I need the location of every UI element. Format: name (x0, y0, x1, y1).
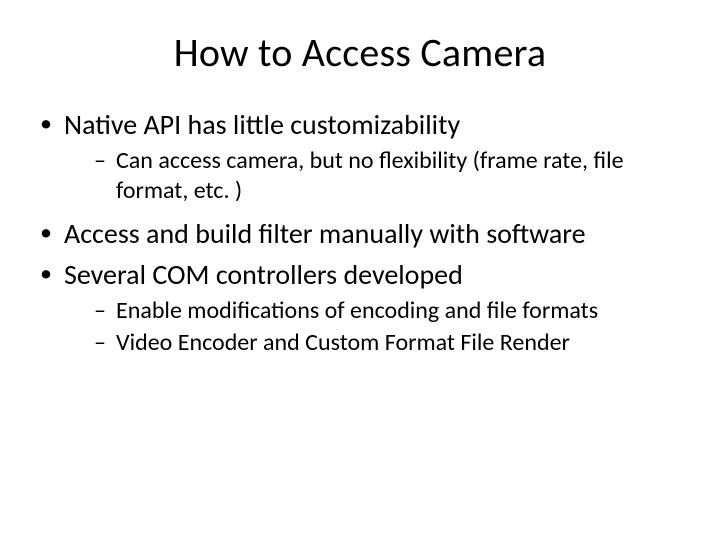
bullet-list: Native API has little customizability Ca… (30, 107, 690, 358)
slide-title: How to Access Camera (30, 28, 690, 77)
list-item-text: Access and build filter manually with so… (64, 216, 586, 251)
list-item: Video Encoder and Custom Format File Ren… (94, 328, 690, 358)
list-item: Several COM controllers developed Enable… (36, 257, 690, 358)
list-item: Can access camera, but no flexibility (f… (94, 146, 690, 206)
list-item: Enable modifications of encoding and fil… (94, 296, 690, 326)
list-item: Native API has little customizability Ca… (36, 107, 690, 206)
list-item-text: Video Encoder and Custom Format File Ren… (116, 328, 570, 357)
sublist: Can access camera, but no flexibility (f… (64, 146, 690, 206)
sublist: Enable modifications of encoding and fil… (64, 296, 690, 358)
slide: How to Access Camera Native API has litt… (0, 0, 720, 540)
list-item-text: Native API has little customizability (64, 107, 460, 142)
list-item-text: Can access camera, but no flexibility (f… (116, 146, 624, 205)
list-item-text: Several COM controllers developed (64, 257, 463, 292)
list-item: Access and build filter manually with so… (36, 216, 690, 251)
list-item-text: Enable modifications of encoding and fil… (116, 296, 598, 325)
